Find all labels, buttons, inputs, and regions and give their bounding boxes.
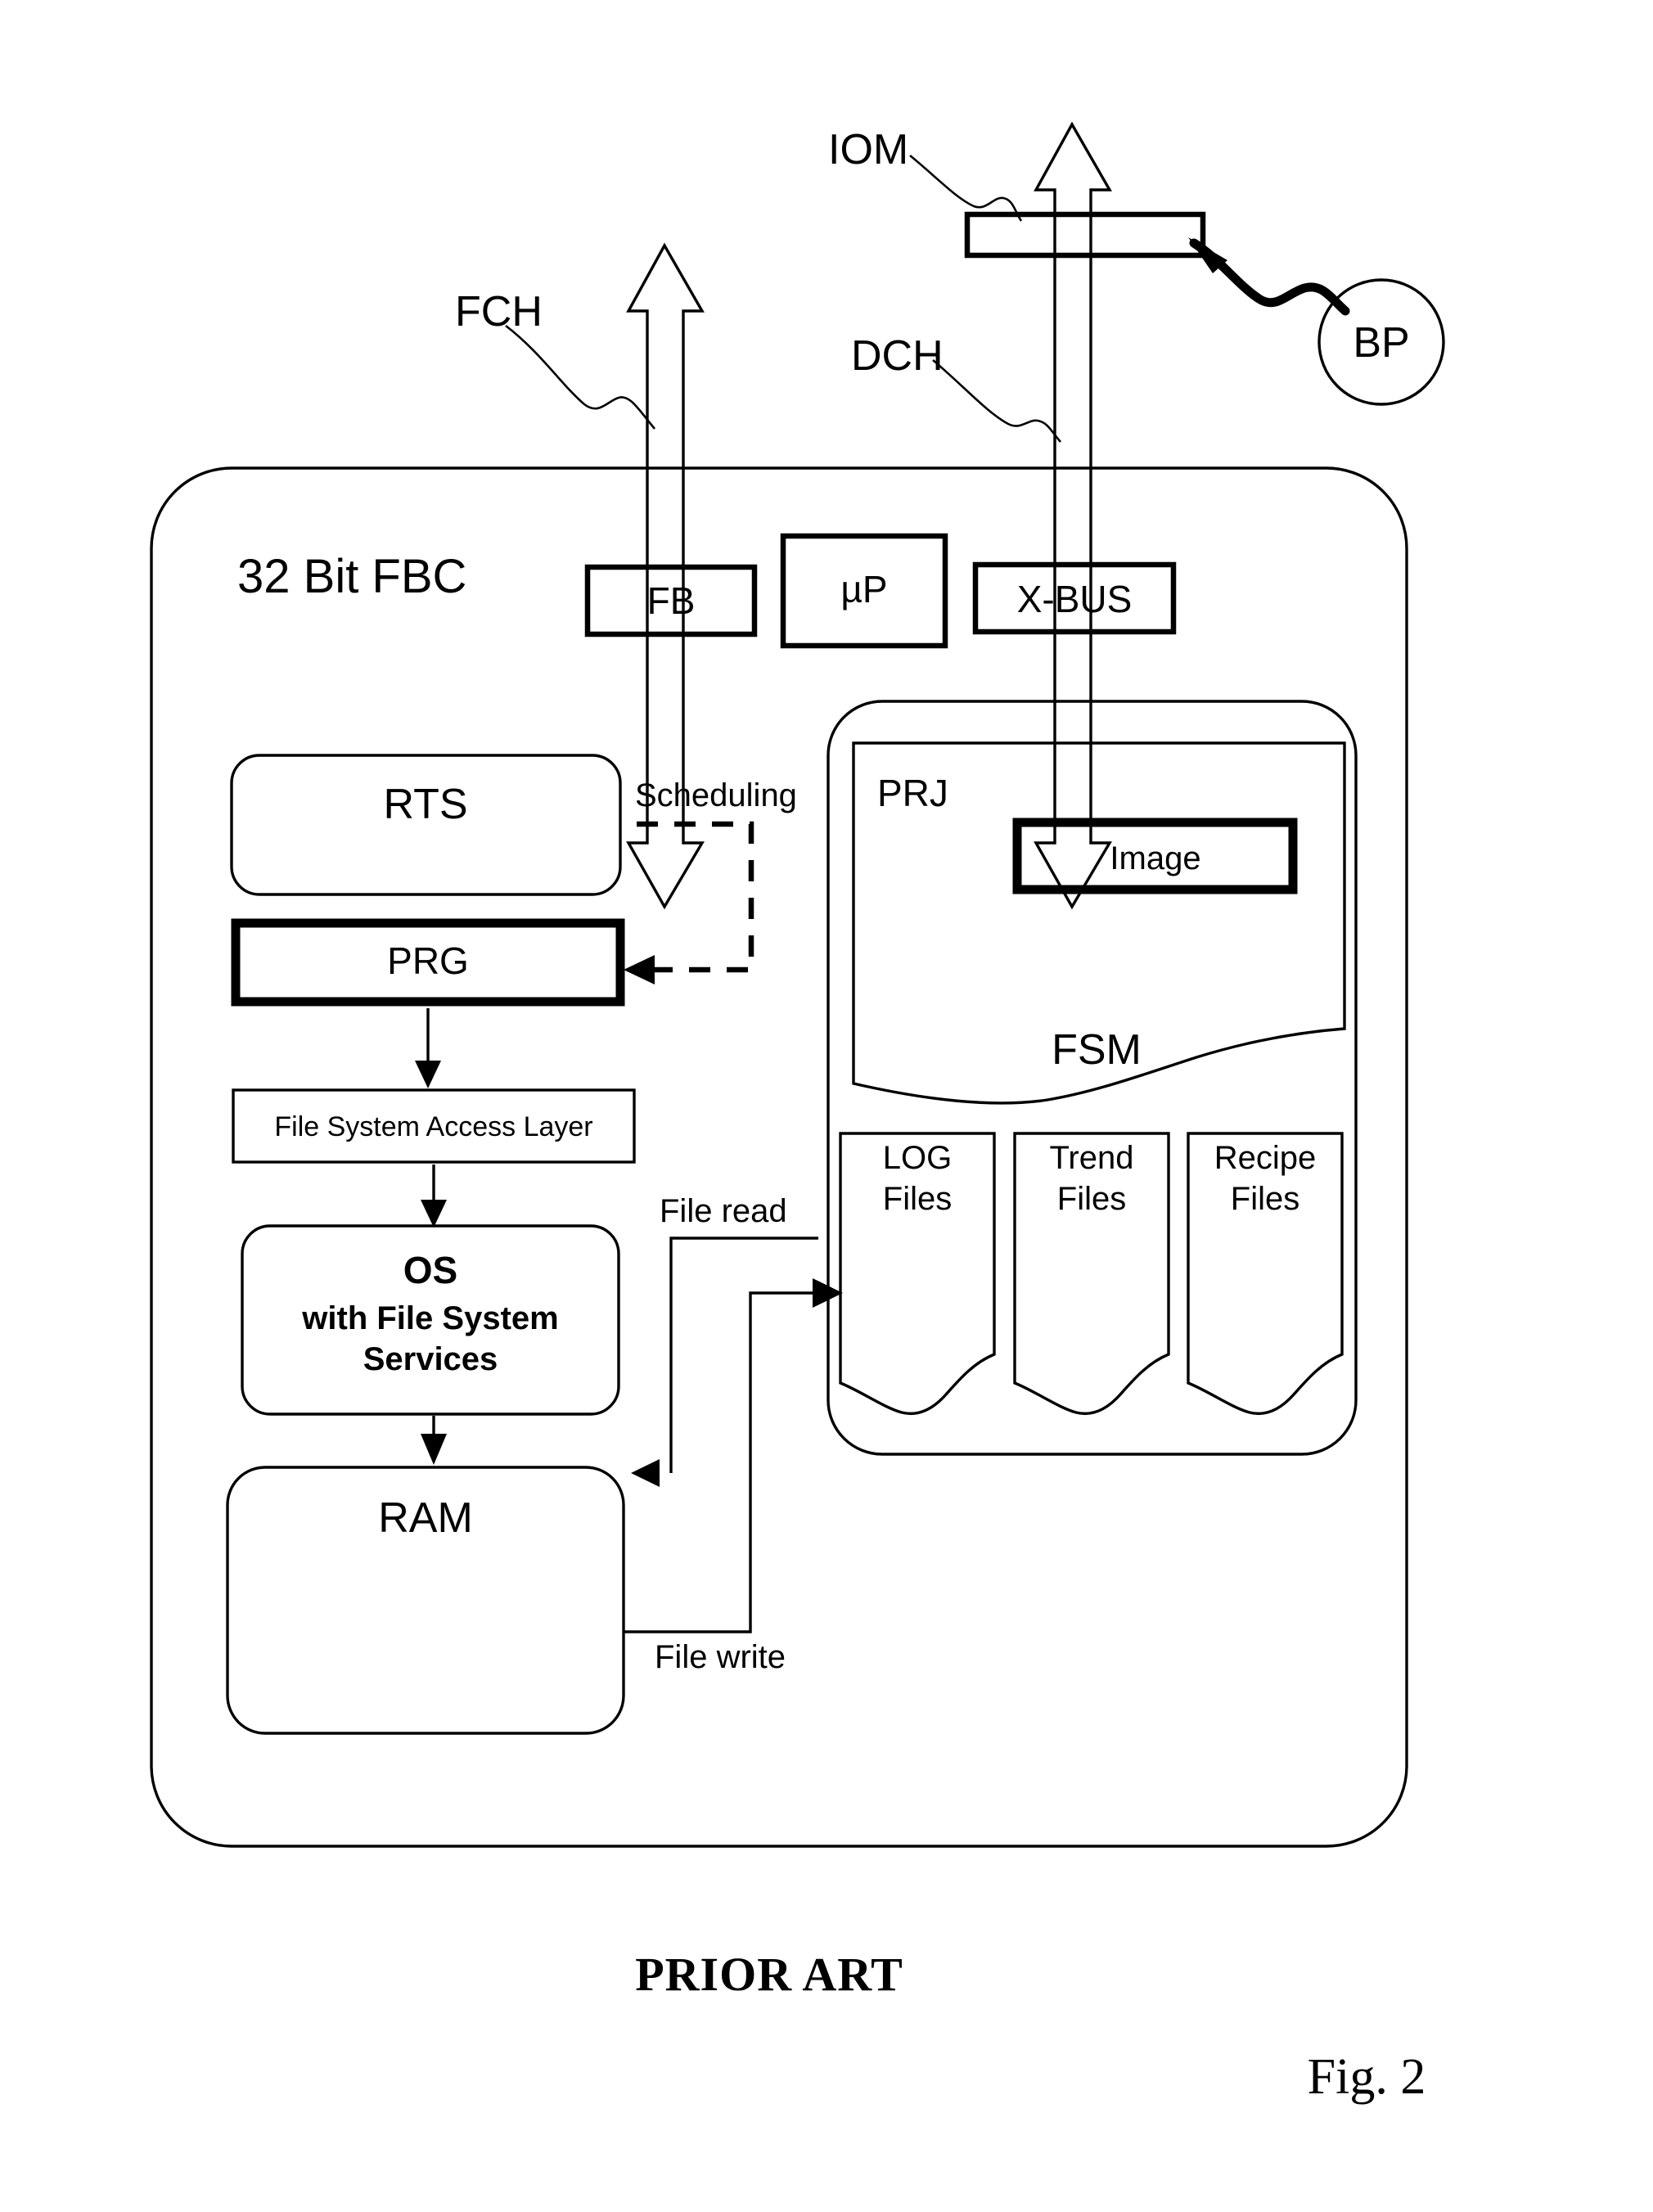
os-label-line2: with File System [301,1300,558,1336]
scheduling-label: Scheduling [635,777,797,813]
log-files-line1: LOG [883,1140,952,1176]
trend-files-line2: Files [1057,1181,1126,1217]
bp-label: BP [1353,319,1409,367]
os-label-line1: OS [403,1249,457,1291]
prj-label: PRJ [877,772,948,814]
bp-cable [1189,238,1350,316]
recipe-files-line1: Recipe [1214,1140,1317,1176]
prior-art-caption: PRIOR ART [635,1948,903,2001]
iom-label: IOM [828,126,908,173]
rts-label: RTS [383,781,467,828]
dch-label: DCH [851,332,944,380]
recipe-files-line2: Files [1231,1181,1299,1217]
fb-label: FB [647,579,696,622]
fch-label: FCH [455,288,543,336]
file-write-label: File write [655,1639,786,1675]
fbc-title: 32 Bit FBC [237,550,466,603]
os-label-line3: Services [363,1341,498,1377]
file-read-label: File read [660,1193,787,1229]
dch-leader-line [932,359,1061,443]
image-label: Image [1110,840,1200,876]
patent-figure: FCH IOM DCH BP 32 Bit FBC FB µP X-BUS RT… [0,0,1653,2212]
fch-leader-line [505,324,655,430]
iom-box [964,211,1206,259]
iom-leader-line [909,154,1023,222]
prg-label: PRG [387,939,469,982]
xbus-label: X-BUS [1017,578,1133,620]
up-label: µP [840,568,887,610]
figure-canvas: FCH IOM DCH BP 32 Bit FBC FB µP X-BUS RT… [150,121,1445,2105]
trend-files-line1: Trend [1049,1140,1133,1176]
figure-number-caption: Fig. 2 [1308,2049,1426,2105]
file-system-access-layer-label: File System Access Layer [274,1111,592,1142]
ram-label: RAM [378,1494,473,1542]
log-files-line2: Files [883,1181,952,1217]
fsm-label: FSM [1052,1026,1142,1074]
